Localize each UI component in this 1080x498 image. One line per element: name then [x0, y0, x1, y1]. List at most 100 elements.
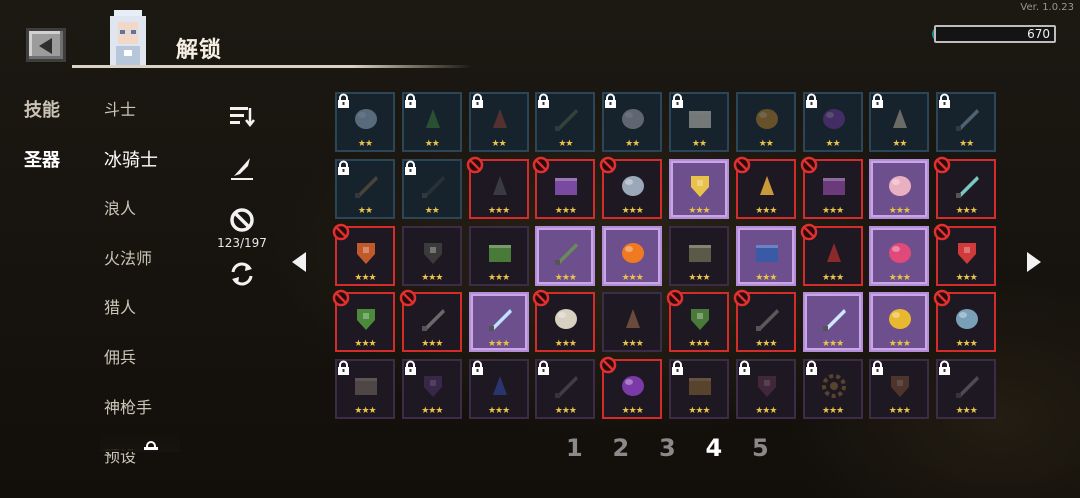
gold-coin-icon [889, 309, 912, 330]
relic-slot[interactable]: ★★★ [468, 225, 529, 286]
relic-slot[interactable]: ★★★ [669, 359, 729, 420]
relic-slot[interactable]: ★★★ [468, 292, 529, 353]
relic-slot[interactable]: ★★ [602, 92, 663, 152]
relic-slot[interactable]: ★★★ [800, 223, 863, 286]
relic-slot[interactable]: ★★ [335, 92, 395, 152]
relic-slot[interactable]: ★★★ [869, 225, 930, 286]
gear-wheel-icon [821, 374, 846, 399]
relic-slot[interactable]: ★★★ [535, 225, 596, 286]
goblin-mask-icon [357, 309, 375, 331]
relic-slot[interactable]: ★★★ [468, 359, 529, 420]
staff-icon [355, 175, 378, 198]
page-number[interactable]: 4 [706, 434, 723, 462]
rarity-stars: ★★ [424, 205, 440, 216]
ban-icon [733, 156, 751, 174]
page-number[interactable]: 1 [566, 434, 583, 462]
relic-slot[interactable]: ★★ [802, 92, 863, 152]
egg-icon [889, 242, 912, 263]
class-item[interactable]: 斗士 [104, 96, 136, 120]
relic-slot[interactable]: ★★★ [599, 156, 663, 219]
relic-slot[interactable]: ★★★ [800, 156, 863, 219]
red-bag-icon [492, 109, 507, 128]
relic-slot[interactable]: ★★★ [332, 290, 395, 353]
list-fade [100, 432, 180, 452]
sort-icon[interactable] [228, 102, 256, 130]
relic-slot[interactable]: ★★ [735, 92, 796, 152]
relic-slot[interactable]: ★★★ [669, 158, 729, 219]
rarity-stars: ★★★ [888, 272, 911, 283]
rarity-stars: ★★ [357, 139, 373, 149]
refresh-icon[interactable] [228, 260, 256, 288]
relic-slot[interactable]: ★★★ [666, 290, 729, 353]
ban-filter-icon[interactable] [228, 206, 256, 234]
feast-plate-icon [626, 309, 641, 329]
relic-slot[interactable]: ★★★ [733, 290, 796, 353]
relic-slot[interactable]: ★★★ [933, 223, 997, 286]
rarity-stars: ★★ [959, 139, 974, 149]
page-number[interactable]: 3 [659, 434, 676, 462]
relic-slot[interactable]: ★★★ [802, 292, 863, 353]
class-item[interactable]: 浪人 [104, 195, 136, 219]
relic-slot[interactable]: ★★★ [669, 225, 729, 286]
relic-slot[interactable]: ★★★ [802, 359, 863, 420]
class-item[interactable]: 神枪手 [104, 394, 152, 418]
class-item[interactable]: 火法师 [104, 245, 152, 269]
relic-slot[interactable]: ★★ [335, 158, 395, 219]
relic-slot[interactable]: ★★★ [936, 359, 997, 420]
relic-slot[interactable]: ★★ [535, 92, 596, 152]
relic-slot[interactable]: ★★★ [869, 359, 930, 420]
relic-slot[interactable]: ★★★ [335, 359, 395, 420]
class-item[interactable]: 佣兵 [104, 344, 136, 368]
rarity-stars: ★★ [892, 139, 907, 149]
page-number[interactable]: 2 [613, 434, 630, 462]
relic-slot[interactable]: ★★★ [332, 223, 395, 286]
relic-slot[interactable]: ★★★ [533, 290, 596, 353]
relic-slot[interactable]: ★★★ [533, 156, 596, 219]
rocket-icon [555, 242, 579, 265]
relic-slot[interactable]: ★★ [869, 92, 930, 152]
quill-icon[interactable] [228, 154, 256, 182]
crystal-icon [355, 109, 377, 129]
relic-slot[interactable]: ★★★ [869, 292, 930, 353]
relic-slot[interactable]: ★★★ [401, 359, 462, 420]
back-button[interactable] [26, 28, 66, 62]
relic-slot[interactable]: ★★ [401, 92, 462, 152]
dark-orb-icon [822, 109, 845, 129]
lock-icon [805, 360, 817, 376]
rarity-stars: ★★★ [554, 205, 577, 216]
lock-icon [872, 360, 884, 376]
relic-slot[interactable]: ★★★ [602, 292, 663, 353]
relic-slot[interactable]: ★★★ [735, 359, 796, 420]
relic-slot[interactable]: ★★★ [466, 156, 529, 219]
next-page-arrow-icon[interactable] [1027, 252, 1041, 272]
tab-0[interactable]: 技能 [24, 96, 60, 122]
relic-slot[interactable]: ★★★ [535, 359, 596, 420]
class-item[interactable]: 猎人 [104, 294, 136, 318]
relic-slot[interactable]: ★★★ [733, 156, 796, 219]
relic-slot[interactable]: ★★ [669, 92, 729, 152]
relic-slot[interactable]: ★★★ [602, 225, 663, 286]
lock-icon [538, 93, 550, 108]
relic-slot[interactable]: ★★★ [933, 156, 997, 219]
relic-slot[interactable]: ★★ [468, 92, 529, 152]
relic-slot[interactable]: ★★★ [933, 290, 997, 353]
class-item[interactable]: 冰骑士 [104, 146, 158, 172]
relic-slot[interactable]: ★★★ [401, 225, 462, 286]
relic-slot[interactable]: ★★★ [599, 356, 663, 420]
page-title: 解锁 [176, 38, 223, 63]
rarity-stars: ★★★ [755, 406, 777, 417]
potion-icon [492, 175, 507, 195]
page-number[interactable]: 5 [752, 434, 769, 462]
relic-slot[interactable]: ★★★ [869, 158, 930, 219]
crossbow-icon [956, 376, 980, 399]
rarity-stars: ★★ [758, 139, 774, 149]
relic-slot[interactable]: ★★ [936, 92, 997, 152]
ban-icon [399, 290, 417, 307]
relic-slot[interactable]: ★★ [401, 158, 462, 219]
tab-1[interactable]: 圣器 [24, 146, 60, 172]
rarity-stars: ★★★ [955, 406, 978, 417]
relic-slot[interactable]: ★★★ [399, 290, 462, 353]
prev-page-arrow-icon[interactable] [292, 252, 306, 272]
gauntlet-icon [757, 376, 776, 398]
relic-slot[interactable]: ★★★ [735, 225, 796, 286]
